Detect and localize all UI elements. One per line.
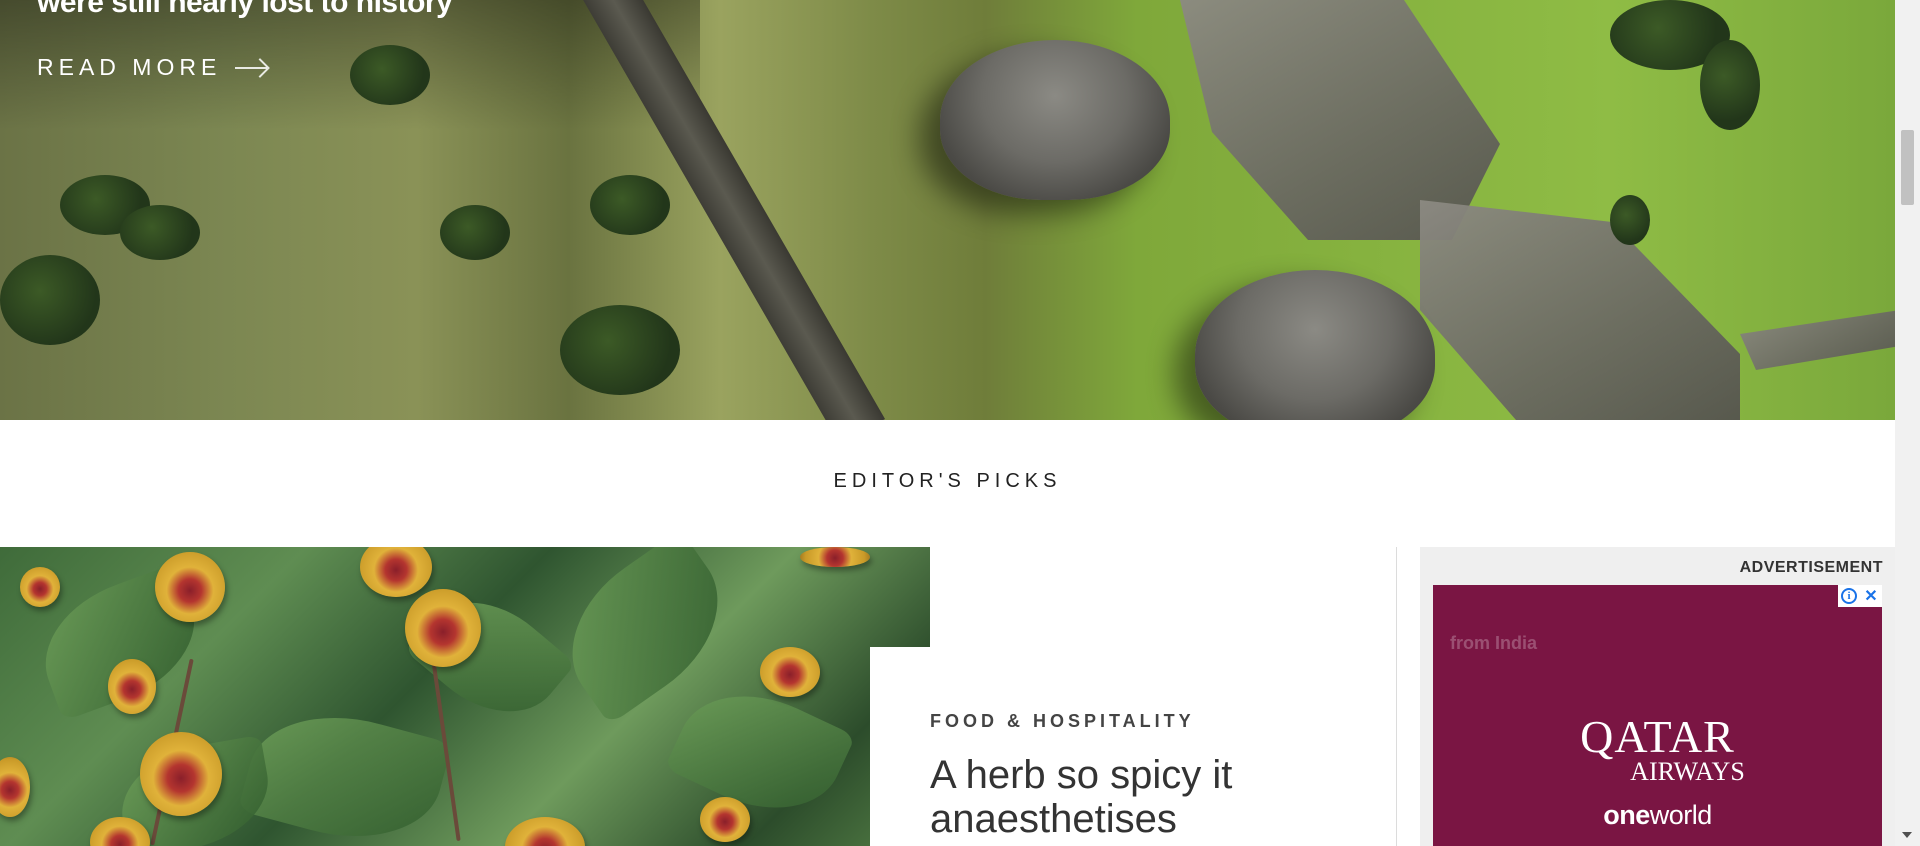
advertisement-container: ADVERTISEMENT from India QATAR AIRWAYS o… (1420, 547, 1895, 846)
ad-brand-logo: QATAR AIRWAYS (1433, 711, 1882, 786)
image-flower (800, 547, 870, 567)
image-flower (405, 589, 481, 667)
hero-image-tree (560, 305, 680, 395)
image-flower (155, 552, 225, 622)
hero-image-tree (350, 45, 430, 105)
info-icon[interactable]: i (1841, 588, 1857, 604)
close-icon[interactable]: ✕ (1860, 585, 1882, 607)
ad-brand-main: QATAR (1580, 711, 1735, 762)
scrollbar-thumb[interactable] (1901, 130, 1914, 205)
arrow-right-icon (235, 58, 269, 78)
image-flower (505, 817, 585, 846)
image-flower (360, 547, 432, 597)
read-more-link[interactable]: READ MORE (37, 54, 269, 81)
image-flower (108, 659, 156, 714)
scroll-down-arrow-icon[interactable] (1902, 832, 1912, 838)
image-leaf (237, 694, 453, 846)
hero-image-tree (1610, 195, 1650, 245)
ad-controls: i ✕ (1838, 585, 1882, 607)
hero-image-tree (590, 175, 670, 235)
hero-title[interactable]: were still nearly lost to history (37, 0, 453, 20)
image-flower (0, 757, 30, 817)
hero-image-ruin (940, 40, 1170, 200)
column-divider (1396, 547, 1397, 846)
read-more-label: READ MORE (37, 54, 222, 80)
image-flower (20, 567, 60, 607)
image-leaf (540, 547, 750, 725)
hero-image-tree (120, 205, 200, 260)
feature-text-panel[interactable]: FOOD & HOSPITALITY A herb so spicy it an… (870, 647, 1390, 846)
section-title-editors-picks: EDITOR'S PICKS (833, 470, 1062, 492)
hero-image-tree (1700, 40, 1760, 130)
ad-brand-sub: AIRWAYS (1630, 757, 1745, 786)
feature-headline[interactable]: A herb so spicy it anaesthetises (930, 753, 1370, 841)
feature-image[interactable] (0, 547, 930, 846)
hero-image-ruin (1420, 200, 1740, 420)
image-flower (700, 797, 750, 842)
ad-route-text: from India (1450, 633, 1538, 653)
image-flower (140, 732, 222, 816)
ad-alliance-bold: one (1603, 800, 1650, 830)
image-leaf (664, 668, 856, 836)
hero-image-ruin (1195, 270, 1435, 420)
ad-alliance-logo: oneworld (1433, 800, 1882, 831)
ad-alliance-rest: world (1649, 800, 1713, 830)
feature-category[interactable]: FOOD & HOSPITALITY (930, 711, 1195, 732)
hero-image-tree (440, 205, 510, 260)
hero-image-ruin (1740, 310, 1895, 370)
advertisement-banner[interactable]: from India QATAR AIRWAYS oneworld i ✕ (1433, 585, 1882, 846)
page-scrollbar[interactable] (1895, 0, 1920, 846)
advertisement-label: ADVERTISEMENT (1739, 559, 1883, 576)
image-flower (760, 647, 820, 697)
hero-banner[interactable]: were still nearly lost to history READ M… (0, 0, 1895, 420)
hero-image-tree (0, 255, 100, 345)
